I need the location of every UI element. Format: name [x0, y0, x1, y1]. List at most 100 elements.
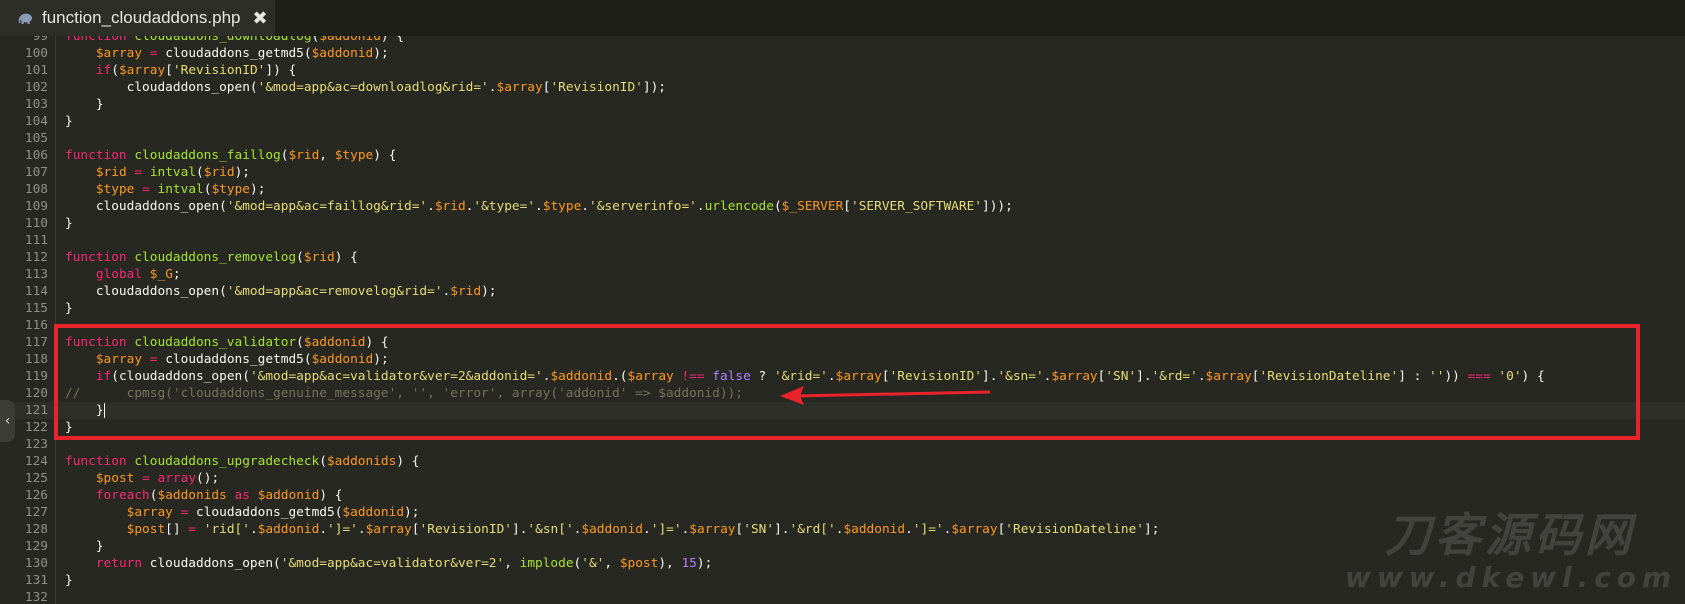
code-token: $addonid — [342, 505, 405, 520]
code-text[interactable]: global $_G; — [65, 266, 181, 283]
code-line[interactable]: 107 $rid = intval($rid); — [0, 164, 1685, 181]
code-token: ]) { — [265, 63, 297, 78]
code-text[interactable]: $type = intval($type); — [65, 181, 266, 198]
code-text[interactable]: } — [65, 96, 104, 113]
code-line[interactable]: 118 $array = cloudaddons_getmd5($addonid… — [0, 351, 1685, 368]
code-line[interactable]: 104} — [0, 113, 1685, 130]
line-number: 105 — [24, 131, 48, 146]
code-token: implode — [519, 556, 574, 571]
code-line[interactable]: 115} — [0, 300, 1685, 317]
code-text[interactable]: } — [65, 402, 105, 419]
code-line[interactable]: 121 } — [0, 402, 1685, 419]
code-token: [ — [881, 369, 890, 384]
code-text[interactable]: } — [65, 538, 104, 555]
code-token: '&rd[' — [789, 522, 836, 537]
code-text[interactable]: function cloudaddons_faillog($rid, $type… — [65, 147, 396, 164]
line-number: 112 — [24, 250, 48, 265]
code-line[interactable]: 99 function cloudaddons_downloadlog($addo… — [0, 36, 1685, 45]
code-line[interactable]: 119 if(cloudaddons_open('&mod=app&ac=val… — [0, 368, 1685, 385]
code-line[interactable]: 110} — [0, 215, 1685, 232]
code-token: 'RevisionID' — [889, 369, 983, 384]
code-line[interactable]: 106 function cloudaddons_faillog($rid, $t… — [0, 147, 1685, 164]
code-token: 'RevisionID' — [550, 80, 643, 95]
code-token: [ — [843, 199, 852, 214]
code-text[interactable]: if(cloudaddons_open('&mod=app&ac=validat… — [65, 368, 1545, 385]
code-token: . — [319, 522, 328, 537]
code-text[interactable]: cloudaddons_open('&mod=app&ac=faillog&ri… — [65, 198, 1013, 215]
code-text[interactable]: } — [65, 300, 73, 317]
code-token: 'RevisionDateline' — [1259, 369, 1399, 384]
code-line[interactable]: 114 cloudaddons_open('&mod=app&ac=remove… — [0, 283, 1685, 300]
code-token: $rid — [95, 165, 127, 180]
code-text[interactable]: cloudaddons_open('&mod=app&ac=removelog&… — [65, 283, 497, 300]
code-token: } — [65, 301, 73, 316]
chevron-left-icon[interactable]: ‹ — [0, 400, 15, 442]
code-token: } — [65, 403, 104, 418]
code-token: $rid — [203, 165, 235, 180]
code-token: . — [827, 369, 836, 384]
code-line[interactable]: 131} — [0, 572, 1685, 589]
code-token: $addonid — [311, 352, 374, 367]
file-tab[interactable]: function_cloudaddons.php ✖ — [0, 0, 275, 36]
close-icon[interactable]: ✖ — [253, 8, 268, 29]
code-line[interactable]: 130 return cloudaddons_open('&mod=app&ac… — [0, 555, 1685, 572]
code-token: = — [134, 165, 143, 180]
code-text[interactable]: return cloudaddons_open('&mod=app&ac=val… — [65, 555, 712, 572]
code-text[interactable]: function cloudaddons_removelog($rid) { — [65, 249, 358, 266]
code-text[interactable]: function cloudaddons_downloadlog($addoni… — [65, 36, 404, 45]
code-line[interactable]: 123 — [0, 436, 1685, 453]
code-line[interactable]: 120// cpmsg('cloudaddons_genuine_message… — [0, 385, 1685, 402]
code-line[interactable]: 105 — [0, 130, 1685, 147]
code-line[interactable]: 116 — [0, 317, 1685, 334]
code-text[interactable]: $array = cloudaddons_getmd5($addonid); — [65, 504, 420, 521]
code-line[interactable]: 122} — [0, 419, 1685, 436]
code-line[interactable]: 113 global $_G; — [0, 266, 1685, 283]
code-line[interactable]: 103 } — [0, 96, 1685, 113]
code-token: [ — [1251, 369, 1260, 384]
code-editor[interactable]: 99 function cloudaddons_downloadlog($addo… — [0, 36, 1685, 604]
code-line[interactable]: 109 cloudaddons_open('&mod=app&ac=faillo… — [0, 198, 1685, 215]
code-token: 15 — [681, 556, 697, 571]
code-text[interactable]: } — [65, 215, 73, 232]
line-number: 102 — [24, 80, 48, 95]
code-token: cloudaddons_getmd5( — [188, 505, 343, 520]
code-text[interactable]: } — [65, 572, 73, 589]
code-text[interactable]: function cloudaddons_validator($addonid)… — [65, 334, 389, 351]
tab-bar: function_cloudaddons.php ✖ — [0, 0, 1685, 36]
code-text[interactable]: $array = cloudaddons_getmd5($addonid); — [65, 45, 389, 62]
code-line[interactable]: 102 cloudaddons_open('&mod=app&ac=downlo… — [0, 79, 1685, 96]
code-token: $_SERVER — [781, 199, 844, 214]
code-line[interactable]: 111 — [0, 232, 1685, 249]
code-line[interactable]: 117 function cloudaddons_validator($addon… — [0, 334, 1685, 351]
code-token: ) { — [319, 488, 343, 503]
code-line[interactable]: 129 } — [0, 538, 1685, 555]
code-text[interactable]: $post[] = 'rid['.$addonid.']='.$array['R… — [65, 521, 1160, 538]
code-token: ) { — [334, 250, 358, 265]
code-line[interactable]: 128 $post[] = 'rid['.$addonid.']='.$arra… — [0, 521, 1685, 538]
code-line[interactable]: 101 if($array['RevisionID']) { — [0, 62, 1685, 79]
code-token: '&mod=app&ac=downloadlog&rid=' — [257, 80, 489, 95]
code-text[interactable]: // cpmsg('cloudaddons_genuine_message', … — [65, 385, 743, 402]
code-line[interactable]: 124 function cloudaddons_upgradecheck($ad… — [0, 453, 1685, 470]
code-text[interactable]: function cloudaddons_upgradecheck($addon… — [65, 453, 419, 470]
code-line[interactable]: 126 foreach($addonids as $addonid) { — [0, 487, 1685, 504]
code-line[interactable]: 112 function cloudaddons_removelog($rid) … — [0, 249, 1685, 266]
code-text[interactable]: cloudaddons_open('&mod=app&ac=downloadlo… — [65, 79, 666, 96]
code-text[interactable]: foreach($addonids as $addonid) { — [65, 487, 343, 504]
code-text[interactable]: } — [65, 419, 73, 436]
code-text[interactable]: } — [65, 113, 73, 130]
code-line[interactable]: 127 $array = cloudaddons_getmd5($addonid… — [0, 504, 1685, 521]
code-line[interactable]: 108 $type = intval($type); — [0, 181, 1685, 198]
code-text[interactable]: $rid = intval($rid); — [65, 164, 250, 181]
code-text[interactable]: $array = cloudaddons_getmd5($addonid); — [65, 351, 389, 368]
code-text[interactable]: if($array['RevisionID']) { — [65, 62, 296, 79]
code-token: $addonid — [319, 36, 381, 44]
code-token: , — [319, 148, 335, 163]
code-line[interactable]: 100 $array = cloudaddons_getmd5($addonid… — [0, 45, 1685, 62]
code-line[interactable]: 125 $post = array(); — [0, 470, 1685, 487]
code-line[interactable]: 132 — [0, 589, 1685, 604]
code-text[interactable]: $post = array(); — [65, 470, 219, 487]
code-token: cloudaddons_open( — [142, 556, 281, 571]
